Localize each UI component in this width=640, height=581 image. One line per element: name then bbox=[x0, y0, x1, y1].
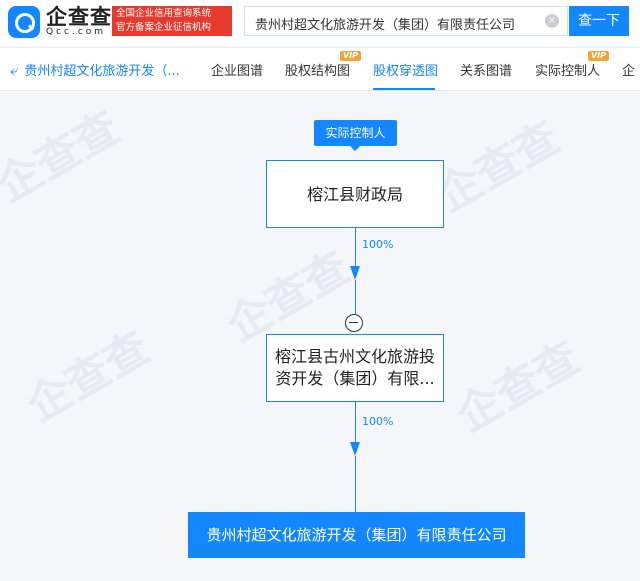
edge-line bbox=[355, 280, 356, 314]
tagline-badge: 全国企业信用查询系统 官方备案企业征信机构 bbox=[112, 6, 232, 36]
tab-relation-graph[interactable]: 关系图谱 bbox=[460, 60, 512, 79]
watermark: 企查查 bbox=[0, 101, 129, 212]
vip-badge: VIP bbox=[340, 51, 362, 61]
qcc-logo[interactable]: 企查查 Qcc.com bbox=[8, 6, 112, 38]
tab-enterprise-graph[interactable]: 企业图谱 bbox=[211, 60, 263, 79]
node-name-line1: 榕江县古州文化旅游投 bbox=[274, 347, 435, 366]
logo-text: 企查查 Qcc.com bbox=[46, 4, 112, 38]
shareholder-node[interactable]: 榕江县财政局 bbox=[266, 160, 444, 228]
back-label: 贵州村超文化旅游开发（... bbox=[24, 64, 180, 79]
tagline-line2: 官方备案企业征信机构 bbox=[116, 22, 212, 33]
active-tab-indicator bbox=[373, 88, 435, 90]
edge-line bbox=[355, 402, 356, 442]
edge-arrow-icon bbox=[350, 266, 360, 280]
tab-actual-controller[interactable]: 实际控制人 bbox=[535, 60, 600, 79]
graph-tabs-bar: ⤶ 贵州村超文化旅游开发（... 企业图谱 股权结构图 VIP 股权穿透图 关系… bbox=[0, 47, 640, 91]
tab-equity-structure[interactable]: 股权结构图 bbox=[285, 60, 350, 79]
tab-equity-penetration[interactable]: 股权穿透图 bbox=[373, 60, 438, 79]
edge-line bbox=[355, 456, 356, 512]
edge-percent: 100% bbox=[362, 415, 394, 428]
vip-badge: VIP bbox=[588, 51, 610, 61]
edge-percent: 100% bbox=[362, 238, 394, 251]
brand-name: 企查查 bbox=[46, 4, 112, 29]
tab-more[interactable]: 企 bbox=[622, 60, 635, 79]
clear-icon[interactable]: × bbox=[545, 14, 559, 28]
watermark: 企查查 bbox=[448, 331, 589, 442]
search-button[interactable]: 查一下 bbox=[569, 6, 629, 36]
top-header: 企查查 Qcc.com 全国企业信用查询系统 官方备案企业征信机构 贵州村超文化… bbox=[0, 0, 640, 46]
edge-line bbox=[355, 228, 356, 266]
node-name-line2: 资开发（集团）有限... bbox=[275, 369, 435, 388]
edge-arrow-icon bbox=[350, 442, 360, 456]
back-arrow-icon: ⤶ bbox=[10, 60, 19, 79]
watermark: 企查查 bbox=[18, 321, 159, 432]
intermediate-company-node[interactable]: 榕江县古州文化旅游投 资开发（集团）有限... bbox=[266, 334, 444, 402]
brand-domain: Qcc.com bbox=[46, 26, 107, 37]
watermark: 企查查 bbox=[428, 111, 569, 222]
search-value: 贵州村超文化旅游开发（集团）有限责任公司 bbox=[255, 18, 516, 33]
tagline-line1: 全国企业信用查询系统 bbox=[116, 8, 212, 19]
collapse-icon[interactable] bbox=[345, 314, 363, 332]
controller-tag: 实际控制人 bbox=[314, 120, 397, 151]
target-company-node[interactable]: 贵州村超文化旅游开发（集团）有限责任公司 bbox=[188, 512, 525, 558]
back-link[interactable]: ⤶ 贵州村超文化旅游开发（... bbox=[10, 60, 180, 80]
search-input[interactable]: 贵州村超文化旅游开发（集团）有限责任公司 × bbox=[244, 6, 568, 36]
magnifier-logo-icon bbox=[8, 6, 40, 38]
